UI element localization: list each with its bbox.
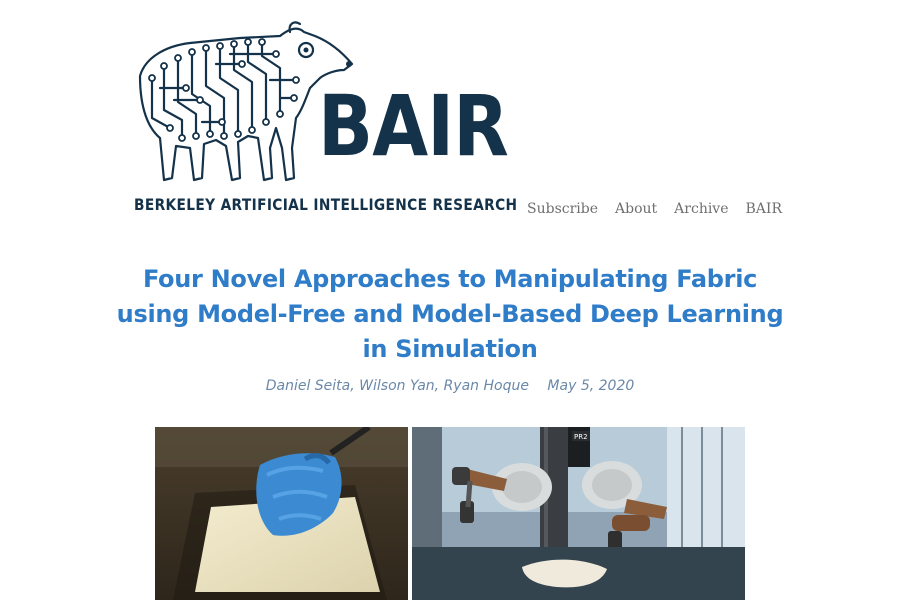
post-byline: Daniel Seita, Wilson Yan, Ryan Hoque May… [200,378,700,394]
nav-archive-link[interactable]: Archive [674,201,728,217]
nav-subscribe-link[interactable]: Subscribe [527,201,598,217]
logo-wordmark: BAIR [318,77,509,175]
bair-logo[interactable]: BAIR BERKELEY ARTIFICIAL INTELLIGENCE RE… [130,18,517,223]
pr2-robot-photo: PR2 [412,427,745,600]
post-date: May 5, 2020 [547,378,635,394]
main-nav: Subscribe About Archive BAIR [527,201,782,217]
fabric-on-table-photo [155,427,408,600]
post-title-line-1: Four Novel Approaches to Manipulating Fa… [142,265,758,293]
nav-bair-link[interactable]: BAIR [746,201,782,217]
robot-badge-text: PR2 [574,433,588,441]
post-title-line-2: using Model-Free and Model-Based Deep Le… [116,300,784,328]
post-authors: Daniel Seita, Wilson Yan, Ryan Hoque [265,378,529,394]
post-title-line-3: in Simulation [362,335,538,363]
hero-image: PR2 [155,427,745,600]
post-title: Four Novel Approaches to Manipulating Fa… [110,262,790,367]
logo-subtitle: BERKELEY ARTIFICIAL INTELLIGENCE RESEARC… [134,195,518,214]
nav-about-link[interactable]: About [615,201,657,217]
